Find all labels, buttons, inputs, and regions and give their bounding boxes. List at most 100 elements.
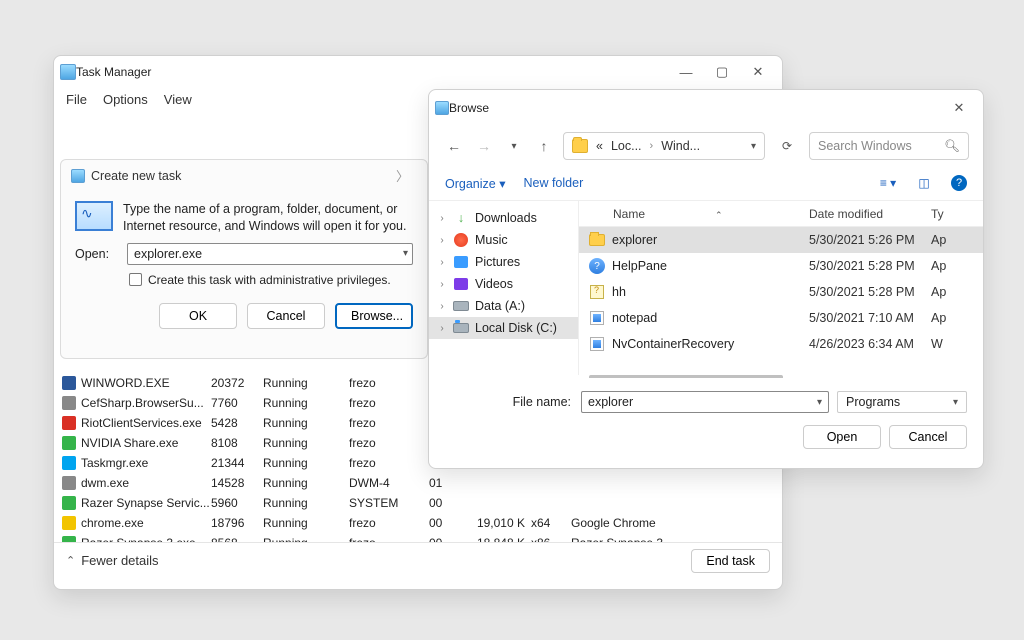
close-button[interactable]: ✕ bbox=[740, 58, 776, 86]
preview-pane-button[interactable]: ◫ bbox=[915, 174, 933, 192]
file-row[interactable]: notepad5/30/2021 7:10 AMAp bbox=[579, 305, 983, 331]
maximize-button[interactable]: ▢ bbox=[704, 58, 740, 86]
process-name: CefSharp.BrowserSu... bbox=[81, 396, 211, 410]
organize-menu[interactable]: Organize ▾ bbox=[445, 176, 505, 191]
help-icon[interactable]: ? bbox=[951, 175, 967, 191]
sort-asc-icon[interactable]: ⌃ bbox=[715, 210, 723, 220]
browse-dialog: Browse ✕ ← → ▾ ↑ « Loc... › Wind... ▾ ⟳ … bbox=[428, 89, 984, 469]
file-row[interactable]: ?HelpPane5/30/2021 5:28 PMAp bbox=[579, 253, 983, 279]
ok-button[interactable]: OK bbox=[159, 303, 237, 329]
chevron-down-history-icon[interactable]: ▾ bbox=[503, 135, 525, 157]
chevron-down-icon[interactable]: ▾ bbox=[403, 248, 408, 259]
process-icon bbox=[62, 396, 76, 410]
browse-navbar: ← → ▾ ↑ « Loc... › Wind... ▾ ⟳ Search Wi… bbox=[429, 126, 983, 170]
run-icon bbox=[75, 201, 113, 231]
file-row[interactable]: NvContainerRecovery4/26/2023 6:34 AMW bbox=[579, 331, 983, 357]
process-arch: x64 bbox=[531, 516, 571, 530]
col-date[interactable]: Date modified bbox=[809, 207, 883, 221]
forward-button[interactable]: → bbox=[473, 135, 495, 157]
file-name: HelpPane bbox=[612, 259, 809, 273]
tree-item-label: Downloads bbox=[475, 211, 537, 225]
process-icon bbox=[62, 476, 76, 490]
process-pid: 18796 bbox=[211, 516, 263, 530]
process-pid: 20372 bbox=[211, 376, 263, 390]
file-date: 4/26/2023 6:34 AM bbox=[809, 337, 931, 351]
fewer-details-toggle[interactable]: ⌃ Fewer details bbox=[66, 553, 159, 568]
chevron-down-icon[interactable]: ▾ bbox=[751, 141, 756, 152]
path-crumb-2[interactable]: Wind... bbox=[661, 139, 700, 153]
process-icon bbox=[62, 536, 76, 542]
process-row[interactable]: chrome.exe 18796 Running frezo 00 19,010… bbox=[54, 513, 782, 533]
back-button[interactable]: ← bbox=[443, 135, 465, 157]
admin-label: Create this task with administrative pri… bbox=[148, 273, 391, 287]
chevron-right-icon[interactable]: › bbox=[437, 279, 447, 290]
process-name: RiotClientServices.exe bbox=[81, 416, 211, 430]
tree-item[interactable]: ›Videos bbox=[429, 273, 578, 295]
menu-options[interactable]: Options bbox=[103, 92, 148, 107]
tree-item-label: Pictures bbox=[475, 255, 520, 269]
process-pid: 7760 bbox=[211, 396, 263, 410]
chevron-down-icon[interactable]: ▾ bbox=[953, 397, 958, 408]
process-user: SYSTEM bbox=[349, 496, 429, 510]
search-placeholder: Search Windows bbox=[818, 139, 912, 153]
file-name: explorer bbox=[612, 233, 809, 247]
process-icon bbox=[62, 436, 76, 450]
process-status: Running bbox=[263, 376, 349, 390]
search-input[interactable]: Search Windows 🔍︎ bbox=[809, 132, 969, 160]
menu-file[interactable]: File bbox=[66, 92, 87, 107]
tree-item[interactable]: ›Music bbox=[429, 229, 578, 251]
chevron-down-icon[interactable]: ▾ bbox=[817, 397, 822, 408]
process-status: Running bbox=[263, 416, 349, 430]
cancel-button[interactable]: Cancel bbox=[889, 425, 967, 449]
chevron-right-icon[interactable]: › bbox=[437, 235, 447, 246]
process-status: Running bbox=[263, 396, 349, 410]
process-row[interactable]: Razer Synapse Servic... 5960 Running SYS… bbox=[54, 493, 782, 513]
tree-item[interactable]: › Local Disk (C:) bbox=[429, 317, 578, 339]
view-mode-button[interactable]: ≡ ▾ bbox=[879, 174, 897, 192]
chevron-right-icon[interactable]: › bbox=[437, 257, 447, 268]
menu-view[interactable]: View bbox=[164, 92, 192, 107]
file-type: Ap bbox=[931, 233, 951, 247]
music-icon bbox=[453, 233, 469, 247]
tree-item[interactable]: › Pictures bbox=[429, 251, 578, 273]
process-user: frezo bbox=[349, 516, 429, 530]
refresh-button[interactable]: ⟳ bbox=[773, 139, 801, 153]
open-button[interactable]: Open bbox=[803, 425, 881, 449]
chevron-right-icon[interactable]: › bbox=[437, 213, 447, 224]
path-crumb-1[interactable]: Loc... bbox=[611, 139, 642, 153]
file-date: 5/30/2021 7:10 AM bbox=[809, 311, 931, 325]
process-user: frezo bbox=[349, 456, 429, 470]
process-icon bbox=[62, 516, 76, 530]
chevron-right-icon[interactable]: › bbox=[437, 301, 447, 312]
col-name[interactable]: Name bbox=[613, 207, 645, 221]
col-type[interactable]: Ty bbox=[931, 207, 944, 221]
admin-checkbox[interactable] bbox=[129, 273, 142, 286]
file-name: hh bbox=[612, 285, 809, 299]
process-row[interactable]: Razer Synapse 3.exe 8568 Running frezo 0… bbox=[54, 533, 782, 542]
up-button[interactable]: ↑ bbox=[533, 135, 555, 157]
filename-input[interactable]: explorer ▾ bbox=[581, 391, 829, 413]
chevron-up-icon: ⌃ bbox=[66, 554, 75, 567]
tree-item-label: Data (A:) bbox=[475, 299, 525, 313]
tree-item[interactable]: › Data (A:) bbox=[429, 295, 578, 317]
chevron-right-icon[interactable]: › bbox=[437, 323, 447, 334]
minimize-button[interactable]: — bbox=[668, 58, 704, 86]
folder-icon bbox=[589, 232, 605, 248]
process-status: Running bbox=[263, 536, 349, 542]
cancel-button[interactable]: Cancel bbox=[247, 303, 325, 329]
process-user: frezo bbox=[349, 376, 429, 390]
tree-item-label: Local Disk (C:) bbox=[475, 321, 557, 335]
tree-item[interactable]: ›↓Downloads bbox=[429, 207, 578, 229]
path-bar[interactable]: « Loc... › Wind... ▾ bbox=[563, 132, 765, 160]
browse-button[interactable]: Browse... bbox=[335, 303, 413, 329]
process-user: frezo bbox=[349, 536, 429, 542]
browse-close-button[interactable]: ✕ bbox=[941, 94, 977, 122]
file-type-filter[interactable]: Programs ▾ bbox=[837, 391, 967, 413]
new-folder-button[interactable]: New folder bbox=[523, 176, 583, 190]
end-task-button[interactable]: End task bbox=[691, 549, 770, 573]
file-row[interactable]: explorer5/30/2021 5:26 PMAp bbox=[579, 227, 983, 253]
file-row[interactable]: hh5/30/2021 5:28 PMAp bbox=[579, 279, 983, 305]
process-row[interactable]: dwm.exe 14528 Running DWM-4 01 bbox=[54, 473, 782, 493]
chevron-right-icon[interactable]: 〉 bbox=[396, 166, 417, 185]
open-input[interactable]: explorer.exe ▾ bbox=[127, 243, 413, 265]
